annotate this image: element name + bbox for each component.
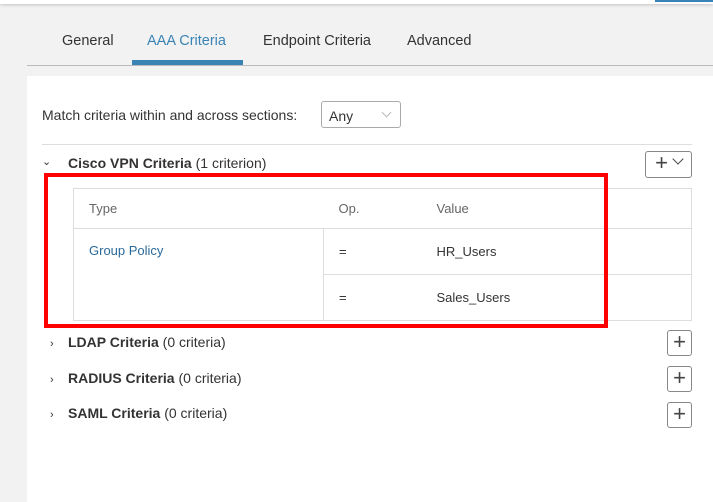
active-tab-indicator bbox=[132, 60, 243, 65]
add-radius-button[interactable]: + bbox=[667, 366, 692, 392]
section-title: SAML Criteria bbox=[68, 405, 161, 421]
plus-icon: + bbox=[673, 401, 686, 426]
select-value: Any bbox=[329, 108, 354, 124]
divider bbox=[42, 144, 692, 145]
plus-icon: + bbox=[673, 365, 686, 390]
section-count: (0 criteria) bbox=[178, 370, 242, 386]
section-title: Cisco VPN Criteria bbox=[68, 155, 192, 171]
chevron-down-icon bbox=[672, 153, 684, 165]
section-ldap[interactable]: › LDAP Criteria (0 criteria) bbox=[50, 334, 226, 350]
section-count: (0 criteria) bbox=[162, 334, 226, 350]
chevron-down-icon: ⌄ bbox=[42, 156, 52, 168]
top-bar bbox=[0, 0, 713, 4]
add-criterion-dropdown-button[interactable]: + bbox=[645, 151, 692, 178]
section-count: (1 criterion) bbox=[195, 155, 267, 171]
match-criteria-select[interactable]: Any bbox=[321, 101, 401, 128]
tab-divider bbox=[27, 65, 713, 66]
match-criteria-label: Match criteria within and across section… bbox=[42, 107, 298, 123]
chevron-down-icon bbox=[381, 107, 392, 118]
tab-advanced[interactable]: Advanced bbox=[407, 33, 472, 49]
section-title: LDAP Criteria bbox=[68, 334, 159, 350]
highlight-box bbox=[44, 173, 608, 328]
section-count: (0 criteria) bbox=[164, 405, 228, 421]
top-accent bbox=[655, 0, 713, 2]
section-saml[interactable]: › SAML Criteria (0 criteria) bbox=[50, 405, 227, 421]
section-radius[interactable]: › RADIUS Criteria (0 criteria) bbox=[50, 370, 242, 386]
chevron-right-icon: › bbox=[50, 338, 54, 350]
tab-endpoint-criteria[interactable]: Endpoint Criteria bbox=[263, 33, 371, 49]
section-cisco-vpn[interactable]: ⌄ Cisco VPN Criteria (1 criterion) bbox=[42, 155, 266, 171]
chevron-right-icon: › bbox=[50, 374, 54, 386]
plus-icon: + bbox=[673, 329, 686, 354]
add-ldap-button[interactable]: + bbox=[667, 330, 692, 356]
add-saml-button[interactable]: + bbox=[667, 402, 692, 428]
plus-icon: + bbox=[655, 150, 668, 175]
tab-aaa-criteria[interactable]: AAA Criteria bbox=[147, 33, 226, 49]
chevron-right-icon: › bbox=[50, 409, 54, 421]
section-title: RADIUS Criteria bbox=[68, 370, 175, 386]
tab-general[interactable]: General bbox=[62, 33, 114, 49]
